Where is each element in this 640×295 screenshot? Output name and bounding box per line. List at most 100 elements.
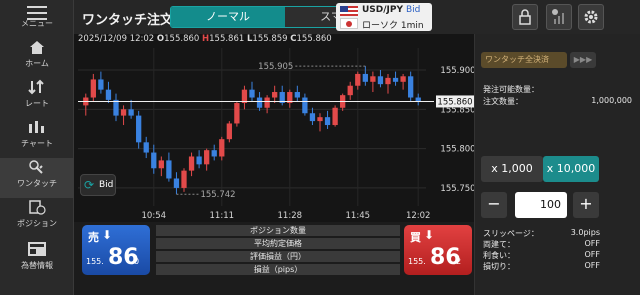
chart-datetime: 2025/12/09 12:02 [78,34,155,44]
chart-icon [29,121,44,133]
lock-button[interactable] [512,4,538,30]
y-tick-label: 155.900 [440,66,474,76]
y-tick-label: 155.800 [440,145,474,155]
tab-normal[interactable]: ノーマル [171,7,285,27]
order-qty-value: 1,000,000 [591,96,632,105]
average-price-row: 平均約定価格 [156,238,400,249]
candle-body [347,85,353,96]
candle-body [219,139,225,157]
sidebar-item-label: レート [25,99,49,108]
quantity-decrement-button[interactable]: − [481,192,507,218]
current-price-label: 155.860 [437,97,472,107]
currency-pair-selector[interactable]: USD/JPY Bid ローソク 1min [336,3,432,31]
sell-button[interactable]: 売 ⬇ 155. 86 0 [82,225,150,275]
candle-body [98,79,104,90]
sell-price-fraction: 0 [134,257,140,266]
candle-body [249,89,255,98]
candle-body [302,97,308,114]
buy-arrow-icon: ⬇ [424,228,435,242]
settings-button[interactable] [578,4,604,30]
candle-body [181,170,187,188]
x-tick-label: 10:54 [142,211,167,221]
candle-body [272,92,278,98]
candle-body [309,113,316,122]
sell-label: 売 [88,231,99,244]
bulk-close-slider[interactable]: ▶▶▶ [570,52,596,68]
sidebar-item-one-touch[interactable]: ワンタッチ [0,158,74,198]
rate-icon [28,79,44,95]
lot-1000-button[interactable]: x 1,000 [481,156,543,182]
high-marker-label: 155.905 [258,62,293,72]
candle-body [226,123,232,140]
sidebar-item-label: ワンタッチ [17,179,57,188]
x-tick-label: 11:11 [210,211,235,221]
bid-ask-toggle[interactable]: ⟳ Bid [80,174,116,196]
candle-body [370,76,376,82]
candle-body [324,117,331,126]
sidebar-item-chart[interactable]: チャート [0,118,74,158]
take-profit-label: 利食い： [483,251,515,260]
slippage-value: 3.0pips [570,228,600,237]
candlestick-chart: 155.900155.850155.800155.75010:54 11:11 11… [78,48,474,221]
candle-body [234,103,240,124]
candle-body [173,178,180,188]
take-profit-value: OFF [584,250,601,259]
sidebar-item-label: ホーム [25,59,49,68]
sidebar-item-position[interactable]: ポジション [0,198,74,238]
candle-body [264,97,270,108]
stop-loss-label: 損切り： [483,262,515,271]
position-quantity-row: ポジション数量 [156,225,400,236]
gear-icon [584,10,598,24]
slippage-label: スリッページ： [483,229,539,238]
price-chart[interactable]: 155.900 155.850 155.800 155.750 10:54 11:11 11… [74,34,474,222]
candle-body [377,76,384,85]
close-value: 155.860 [296,34,332,44]
quantity-increment-button[interactable]: + [573,192,599,218]
buy-label: 買 [410,231,421,244]
bid-label: Bid [99,180,114,190]
lot-10000-button[interactable]: x 10,000 [543,156,599,182]
home-icon [30,41,44,54]
candle-body [385,77,391,85]
price-side-label: Bid [406,5,421,15]
pair-label: USD/JPY [362,5,404,15]
candle-body [143,142,149,153]
candle-body [158,160,164,169]
candle-body [256,97,263,108]
page-title: ワンタッチ注文 [82,13,174,28]
order-qty-label: 注文数量： [483,97,523,106]
us-flag-icon [340,6,358,16]
refresh-icon: ⟳ [84,178,95,192]
sidebar-item-rate[interactable]: レート [0,78,74,118]
candle-body [415,97,421,102]
available-qty-label: 発注可能数量： [483,85,539,94]
candle-body [211,150,217,157]
menu-button[interactable]: メニュー [0,4,74,34]
candle-body [317,117,323,122]
buy-price-prefix: 155. [408,257,426,266]
candle-body [120,109,127,116]
lock-icon [519,9,531,25]
order-panel: ワンタッチ全決済 ▶▶▶ 発注可能数量： 注文数量： 1,000,000 x 1… [474,34,640,295]
sidebar-item-label: ポジション [17,219,57,228]
sidebar-item-news[interactable]: 為替情報 [0,240,74,280]
bulk-close-button[interactable]: ワンタッチ全決済 [481,52,567,68]
sidebar-item-label: チャート [21,139,53,148]
buy-button[interactable]: 買 ⬇ 155. 86 2 [404,225,472,275]
candle-body [362,73,368,82]
candle-body [136,115,142,143]
candle-body [166,160,172,179]
signal-icon [552,9,564,24]
candle-body [294,92,300,98]
quantity-input[interactable]: 100 [515,192,567,218]
jp-flag-icon [340,18,358,29]
header: ワンタッチ注文 ノーマル スマート USD/JPY Bid ローソク 1min [74,0,640,34]
candle-body [355,73,361,86]
signal-settings-button[interactable] [546,4,572,30]
sidebar-item-home[interactable]: ホーム [0,38,74,78]
y-tick-label: 155.750 [440,184,474,194]
hamburger-icon [27,6,47,20]
news-icon [28,242,46,256]
candle-body [196,156,202,165]
ohlc-readout: 2025/12/09 12:02 O155.860 H155.861 L155.… [78,34,332,44]
